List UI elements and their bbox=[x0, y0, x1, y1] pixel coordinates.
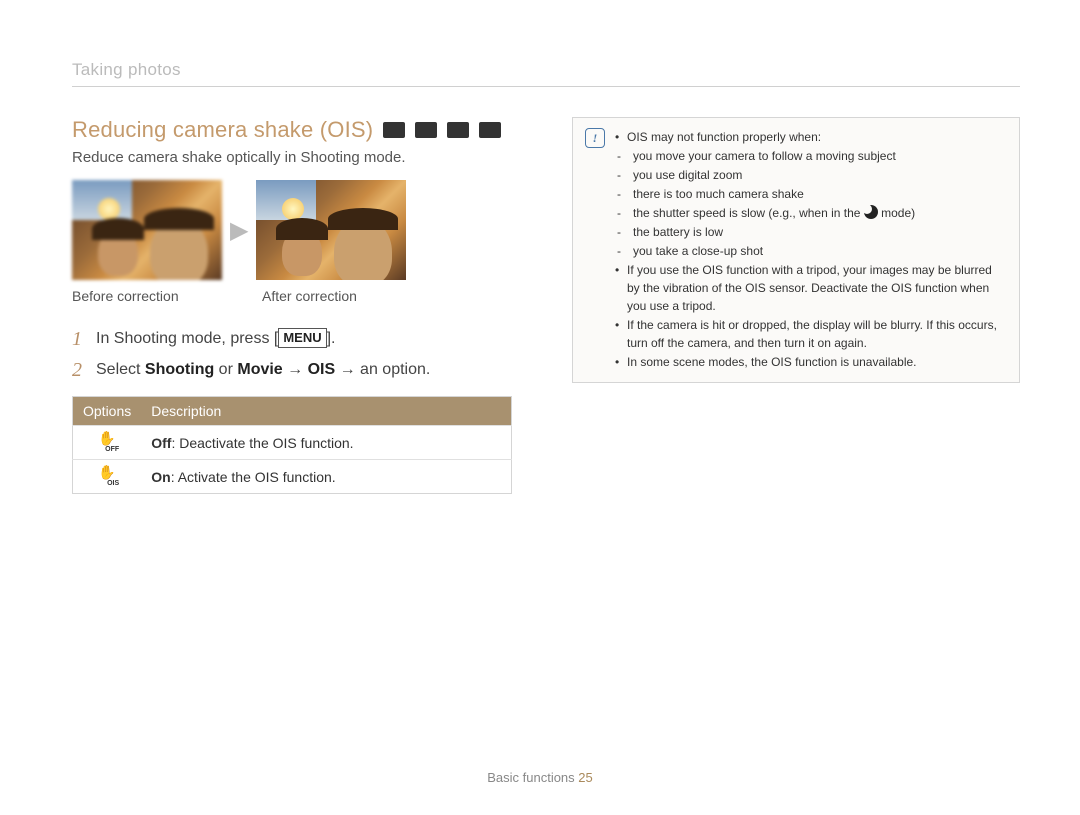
night-mode-icon bbox=[864, 205, 878, 219]
photo-after bbox=[256, 180, 406, 280]
note-intro: OIS may not function properly when: bbox=[615, 128, 1007, 146]
subtitle: Reduce camera shake optically in Shootin… bbox=[72, 149, 512, 166]
movie-mode-icon bbox=[447, 122, 469, 138]
scene-mode-icon bbox=[415, 122, 437, 138]
step-1: 1 In Shooting mode, press [MENU]. bbox=[72, 328, 512, 351]
left-column: Reducing camera shake (OIS) Reduce camer… bbox=[72, 117, 512, 494]
caption-after: After correction bbox=[262, 288, 412, 304]
note-condition: you take a close-up shot bbox=[615, 242, 1007, 260]
right-column: ! OIS may not function properly when: yo… bbox=[572, 117, 1020, 494]
step-number: 1 bbox=[72, 328, 86, 351]
section-label: Taking photos bbox=[72, 60, 1020, 87]
menu-button-label: MENU bbox=[278, 328, 326, 348]
ois-on-icon: OIS bbox=[96, 466, 118, 484]
note-bullet: If the camera is hit or dropped, the dis… bbox=[615, 316, 1007, 352]
note-condition: the battery is low bbox=[615, 223, 1007, 241]
photo-before bbox=[72, 180, 222, 280]
page-footer: Basic functions 25 bbox=[0, 770, 1080, 785]
note-condition: the shutter speed is slow (e.g., when in… bbox=[615, 204, 1007, 222]
note-condition: there is too much camera shake bbox=[615, 185, 1007, 203]
arrow-icon: ▶ bbox=[230, 216, 248, 245]
note-condition: you use digital zoom bbox=[615, 166, 1007, 184]
step-2: 2 Select Shooting or Movie → OIS → an op… bbox=[72, 359, 512, 382]
options-table: Options Description OFF Off: Deactivate … bbox=[72, 396, 512, 494]
table-row: OFF Off: Deactivate the OIS function. bbox=[73, 426, 512, 460]
page-heading: Reducing camera shake (OIS) bbox=[72, 117, 373, 143]
program-mode-icon bbox=[383, 122, 405, 138]
ois-off-icon: OFF bbox=[96, 432, 118, 450]
caption-before: Before correction bbox=[72, 288, 222, 304]
table-row: OIS On: Activate the OIS function. bbox=[73, 460, 512, 494]
step-number: 2 bbox=[72, 359, 86, 382]
note-box: ! OIS may not function properly when: yo… bbox=[572, 117, 1020, 383]
note-bullet: If you use the OIS function with a tripo… bbox=[615, 261, 1007, 315]
smart-mode-icon bbox=[479, 122, 501, 138]
note-bullet: In some scene modes, the OIS function is… bbox=[615, 353, 1007, 371]
note-condition: you move your camera to follow a moving … bbox=[615, 147, 1007, 165]
note-icon: ! bbox=[585, 128, 605, 148]
options-header: Options bbox=[73, 397, 142, 426]
description-header: Description bbox=[141, 397, 511, 426]
